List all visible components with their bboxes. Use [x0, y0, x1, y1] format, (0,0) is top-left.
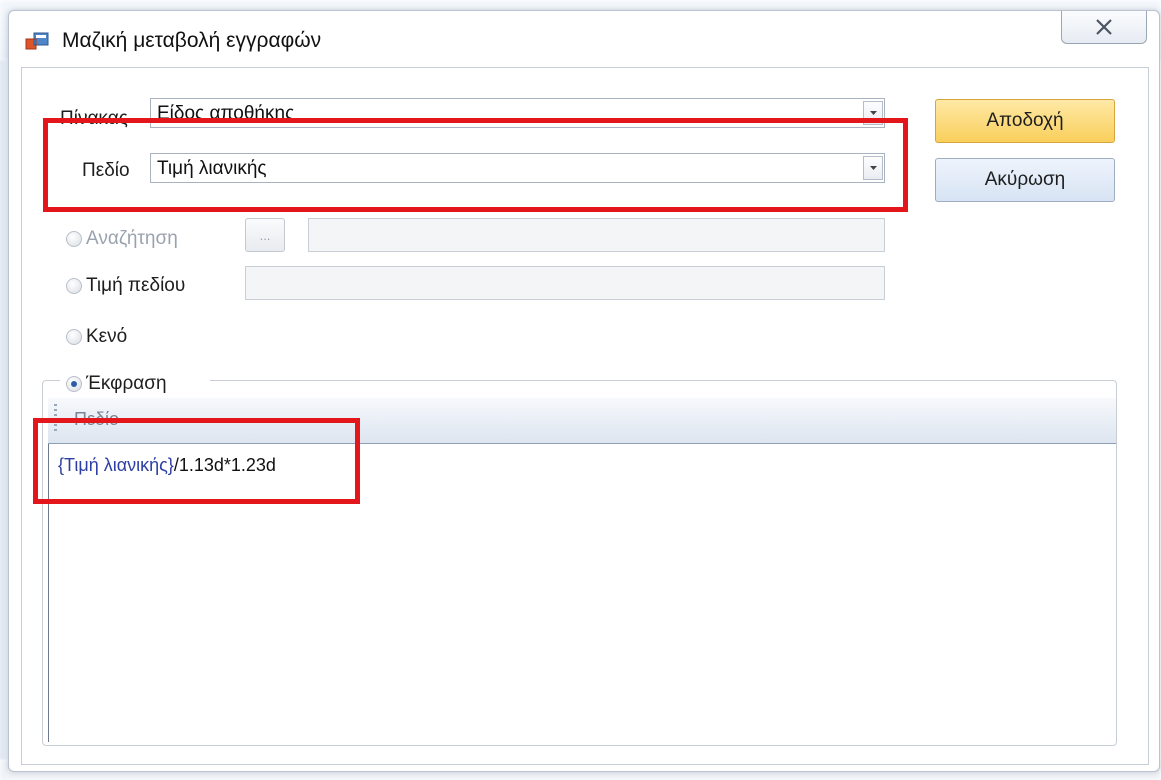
close-icon: [1096, 19, 1112, 35]
close-button[interactable]: [1061, 11, 1147, 44]
highlight-box: [43, 118, 908, 212]
expression-radio-label: Έκφραση: [86, 373, 167, 394]
field-value-radio-label: Τιμή πεδίου: [86, 275, 186, 296]
browse-button[interactable]: ...: [245, 218, 285, 252]
expression-radio[interactable]: [66, 376, 82, 392]
search-field[interactable]: [308, 218, 885, 252]
search-radio[interactable]: [66, 231, 82, 247]
field-value-input[interactable]: [245, 266, 885, 300]
empty-radio[interactable]: [66, 329, 82, 345]
cancel-button[interactable]: Ακύρωση: [935, 158, 1115, 202]
search-radio-label: Αναζήτηση: [86, 228, 178, 249]
window-title: Μαζική μεταβολή εγγραφών: [62, 29, 322, 52]
empty-radio-label: Κενό: [86, 326, 128, 347]
chevron-down-icon: [870, 111, 877, 115]
app-icon: [25, 32, 49, 50]
highlight-box: [33, 418, 360, 504]
field-value-radio[interactable]: [66, 278, 82, 294]
title-bar: Μαζική μεταβολή εγγραφών: [9, 11, 1159, 67]
accept-button[interactable]: Αποδοχή: [935, 99, 1115, 143]
